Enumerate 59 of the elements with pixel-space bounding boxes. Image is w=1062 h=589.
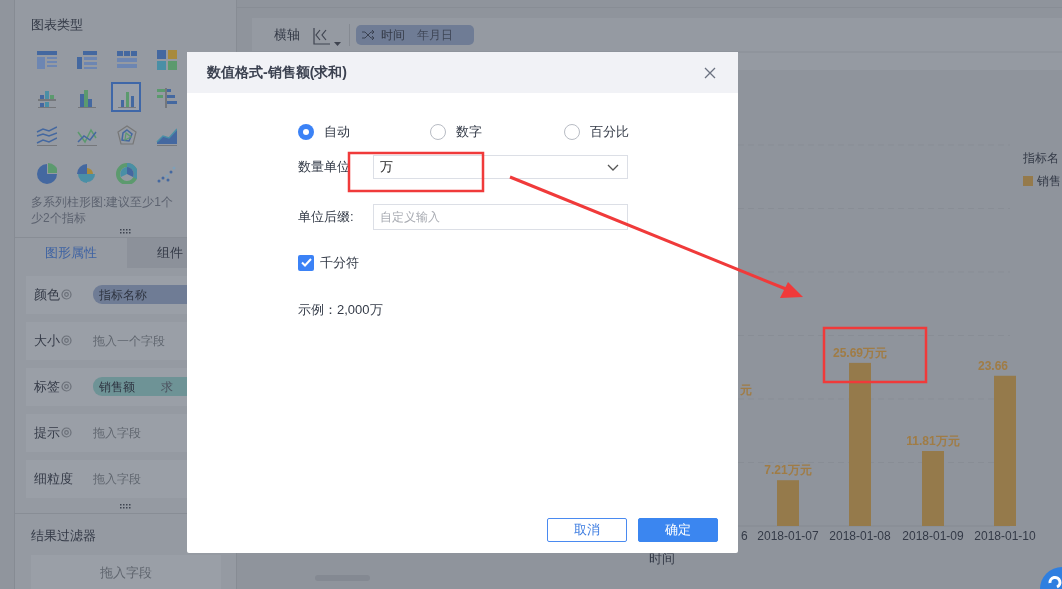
donut-chart-icon <box>115 162 137 184</box>
dropdown[interactable]: 万 <box>373 155 628 179</box>
field-pill[interactable]: 销售额 求 <box>93 377 187 397</box>
field-pill[interactable]: 时间 年月日 <box>356 24 474 45</box>
table-chart-icon <box>115 48 137 70</box>
dialog-button[interactable]: 取消 <box>547 518 627 542</box>
chevron-down-icon <box>607 163 619 171</box>
axis-tick-label: 6 <box>741 529 748 543</box>
panel-title: 图表类型 <box>31 16 83 34</box>
value-label: 11.81万元 <box>906 434 960 448</box>
field-label: 数量单位 <box>298 158 351 177</box>
check-icon <box>300 258 312 268</box>
radio-option[interactable]: 数字 <box>430 122 482 142</box>
value-label: 25.69万元 <box>833 345 887 360</box>
shuffle-icon <box>362 29 375 40</box>
radio-option[interactable]: 百分比 <box>564 122 629 142</box>
grip-icon <box>120 503 131 509</box>
grid-chart-icon <box>155 48 177 70</box>
caret-icon <box>334 41 341 46</box>
axis-tick-label: 2018-01-10 <box>974 529 1036 543</box>
line-chart-icon <box>35 124 57 146</box>
dialog-button[interactable]: 确定 <box>638 518 718 542</box>
close-button[interactable] <box>704 66 716 79</box>
bar <box>777 480 799 526</box>
radio-option[interactable]: 自动 <box>298 122 350 142</box>
grip-icon <box>120 229 131 235</box>
legend-label: 销售 <box>1037 174 1061 188</box>
value-label: 23.66 <box>978 358 1009 373</box>
axis-tick-label: 2018-01-07 <box>757 529 819 543</box>
close-icon <box>704 66 716 79</box>
value-label: 元 <box>740 383 752 397</box>
table-chart-icon <box>75 48 97 70</box>
checkbox-option[interactable]: 千分符 <box>298 253 359 273</box>
axis-tick-label: 2018-01-08 <box>829 529 891 543</box>
axis-tick-label: 2018-01-09 <box>902 529 964 543</box>
value-label: 7.21万元 <box>764 463 812 478</box>
radar-chart-icon <box>115 124 137 146</box>
field-label: 单位后缀: <box>298 208 355 227</box>
property-tab[interactable]: 组件 <box>127 238 187 268</box>
input-field[interactable]: 自定义输入 <box>373 204 628 230</box>
field-label: 大小 <box>34 331 60 350</box>
field-label: 标签 <box>34 377 60 396</box>
legend-title: 指标名 <box>1023 151 1059 165</box>
bar-chart-icon <box>155 86 177 108</box>
axis-label: 横轴 <box>274 25 300 44</box>
field-label: 细粒度 <box>34 469 73 488</box>
field-label: 颜色 <box>34 285 60 304</box>
field-pill[interactable]: 指标名称 <box>93 285 187 305</box>
help-icon[interactable] <box>1040 567 1062 589</box>
field-label: 提示 <box>34 423 60 442</box>
example-text: 示例：2,000万 <box>298 300 383 319</box>
section-title: 结果过滤器 <box>31 526 96 545</box>
table-chart-icon <box>35 48 57 70</box>
pie-chart-icon <box>75 162 97 184</box>
axis-type-icon <box>312 25 332 46</box>
pie-chart-icon <box>35 162 57 184</box>
chart-type-option[interactable] <box>111 82 141 112</box>
dialog-title: 数值格式-销售额(求和) <box>207 63 347 82</box>
axis-title: 时间 <box>649 551 675 566</box>
